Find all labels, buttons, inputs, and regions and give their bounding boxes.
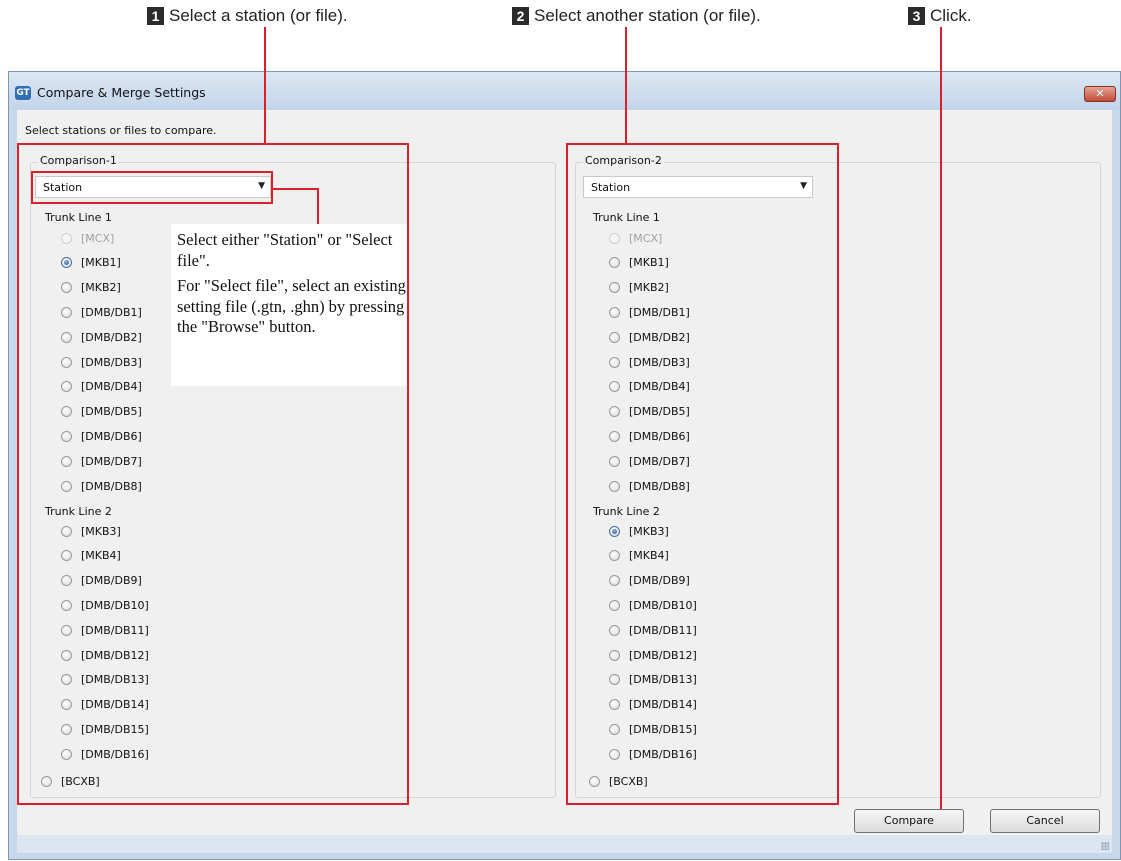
step-number: 1 bbox=[147, 7, 164, 25]
gt-app-icon: GT bbox=[15, 86, 31, 100]
close-button[interactable]: ✕ bbox=[1084, 86, 1116, 102]
title-bar[interactable]: GT Compare & Merge Settings ✕ bbox=[9, 72, 1120, 110]
window-title: Compare & Merge Settings bbox=[37, 85, 206, 100]
note-connector-h bbox=[273, 188, 318, 190]
step-1-callout: 1 Select a station (or file). bbox=[147, 5, 348, 27]
step-2-connector bbox=[625, 27, 627, 144]
note-line-1: Select either "Station" or "Select file"… bbox=[177, 230, 393, 270]
compare-button[interactable]: Compare bbox=[854, 809, 964, 833]
step-2-callout: 2 Select another station (or file). bbox=[512, 5, 761, 27]
step-text: Click. bbox=[930, 6, 972, 25]
note-connector-v bbox=[317, 188, 319, 224]
step-text: Select a station (or file). bbox=[169, 6, 348, 25]
comparison-2-highlight bbox=[566, 143, 839, 805]
step-text: Select another station (or file). bbox=[534, 6, 761, 25]
step-1-connector bbox=[264, 27, 266, 144]
select-source-note: Select either "Station" or "Select file"… bbox=[171, 224, 407, 386]
instruction-text: Select stations or files to compare. bbox=[25, 124, 217, 137]
source-select-highlight bbox=[31, 171, 273, 204]
step-3-connector bbox=[940, 27, 942, 820]
note-line-2: For "Select file", select an existing se… bbox=[177, 276, 406, 336]
resize-grip-icon[interactable] bbox=[1101, 842, 1109, 850]
cancel-button[interactable]: Cancel bbox=[990, 809, 1100, 833]
step-number: 3 bbox=[908, 7, 925, 25]
step-number: 2 bbox=[512, 7, 529, 25]
dialog-footer-strip bbox=[17, 835, 1112, 853]
step-3-callout: 3 Click. bbox=[908, 5, 972, 27]
